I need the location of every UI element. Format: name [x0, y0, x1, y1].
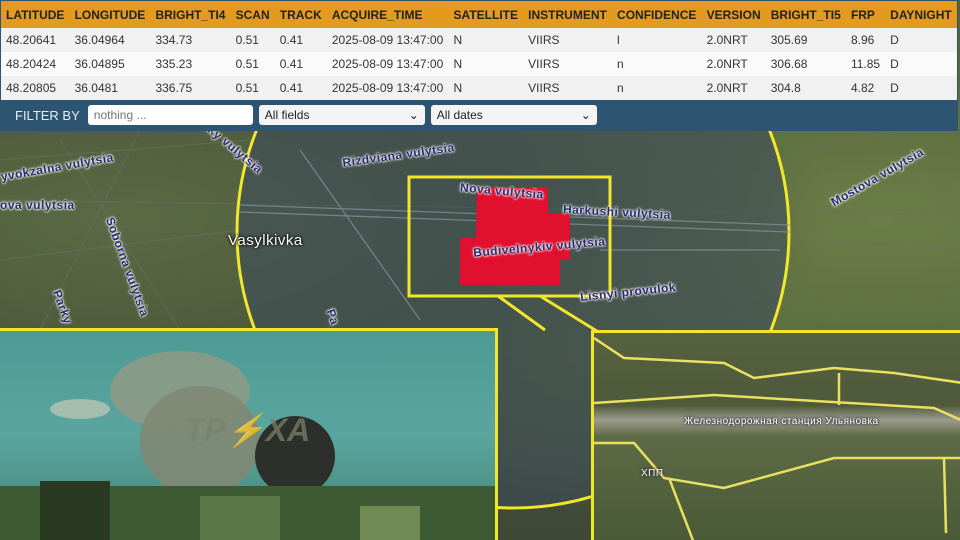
table-cell: l	[612, 28, 702, 52]
table-cell: 0.51	[230, 76, 275, 100]
table-cell: 48.20424	[1, 52, 70, 76]
table-cell: N	[448, 76, 524, 100]
filter-input[interactable]	[87, 105, 253, 125]
table-cell: 306.68	[765, 52, 846, 76]
station-label: Железнодорожная станция Ульяновка	[684, 416, 879, 427]
table-cell: 335.23	[150, 52, 231, 76]
table-cell: VIIRS	[523, 52, 613, 76]
table-cell: 2.0NRT	[701, 28, 766, 52]
table-cell: 2025-08-09 13:47:00	[326, 52, 449, 76]
chevron-down-icon: ⌄	[408, 108, 419, 122]
table-cell: 0.41	[274, 28, 327, 52]
table-cell: 48.20805	[1, 76, 70, 100]
table-row[interactable]: 48.20424 36.04895 335.23 0.51 0.41 2025-08-09…	[1, 52, 957, 76]
watermark-logo: TP⚡XA	[185, 412, 311, 448]
filter-bar: FILTER BY All fields ⌄ All dates ⌄	[1, 100, 957, 130]
table-cell: 36.04895	[69, 52, 151, 76]
field-select-value: All fields	[264, 108, 310, 122]
table-cell: 334.73	[150, 28, 231, 52]
column-header[interactable]: FRP	[845, 1, 886, 28]
column-header[interactable]: LATITUDE	[1, 1, 70, 28]
table-cell: 2025-08-09 13:47:00	[326, 28, 449, 52]
table-cell: n	[612, 76, 702, 100]
table-cell: D	[885, 52, 957, 76]
table-cell: VIIRS	[523, 76, 613, 100]
table-cell: VIIRS	[523, 28, 613, 52]
table-cell: 4.82	[845, 76, 886, 100]
table-cell: 36.0481	[69, 76, 151, 100]
table-cell: 0.41	[274, 76, 327, 100]
column-header[interactable]: CONFIDENCE	[612, 1, 702, 28]
column-header[interactable]: SCAN	[230, 1, 275, 28]
column-header[interactable]: SATELLITE	[448, 1, 524, 28]
table-cell: n	[612, 52, 702, 76]
table-cell: 48.20641	[1, 28, 70, 52]
explosion-photo: TP⚡XA	[0, 328, 498, 540]
table-cell: 2.0NRT	[701, 76, 766, 100]
table-cell: N	[448, 28, 524, 52]
field-select[interactable]: All fields ⌄	[258, 105, 425, 125]
column-header[interactable]: TRACK	[274, 1, 327, 28]
table-cell: 0.51	[230, 52, 275, 76]
table-cell: D	[885, 28, 957, 52]
table-row[interactable]: 48.20641 36.04964 334.73 0.51 0.41 2025-08-09…	[1, 28, 957, 52]
table-cell: 0.51	[230, 28, 275, 52]
table-header: LATITUDE LONGITUDE BRIGHT_TI4 SCAN TRACK ACQU…	[1, 1, 957, 28]
table-cell: 336.75	[150, 76, 231, 100]
column-header[interactable]: VERSION	[701, 1, 766, 28]
table-cell: 8.96	[845, 28, 886, 52]
column-header[interactable]: INSTRUMENT	[523, 1, 613, 28]
date-select[interactable]: All dates ⌄	[430, 105, 597, 125]
inset-map: Железнодорожная станция Ульяновка ХПП	[591, 330, 960, 540]
table-cell: 305.69	[765, 28, 846, 52]
column-header[interactable]: BRIGHT_TI5	[765, 1, 846, 28]
column-header[interactable]: BRIGHT_TI4	[150, 1, 231, 28]
table-cell: 304.8	[765, 76, 846, 100]
table-cell: 2025-08-09 13:47:00	[326, 76, 449, 100]
fire-data-table: LATITUDE LONGITUDE BRIGHT_TI4 SCAN TRACK ACQU…	[0, 0, 958, 131]
column-header[interactable]: ACQUIRE_TIME	[326, 1, 449, 28]
table-cell: 36.04964	[69, 28, 151, 52]
table-cell: N	[448, 52, 524, 76]
table-cell: D	[885, 76, 957, 100]
date-select-value: All dates	[436, 108, 483, 122]
table-cell: 2.0NRT	[701, 52, 766, 76]
column-header[interactable]: DAYNIGHT	[885, 1, 957, 28]
hpp-label: ХПП	[641, 468, 664, 479]
column-header[interactable]: LONGITUDE	[69, 1, 151, 28]
table-row[interactable]: 48.20805 36.0481 336.75 0.51 0.41 2025-08-09 …	[1, 76, 957, 100]
table-cell: 11.85	[845, 52, 886, 76]
town-label: Vasylkivka	[228, 232, 303, 249]
chevron-down-icon: ⌄	[580, 108, 591, 122]
table-cell: 0.41	[274, 52, 327, 76]
filter-label: FILTER BY	[15, 107, 80, 123]
street-label: ova vulytsia	[0, 198, 75, 212]
